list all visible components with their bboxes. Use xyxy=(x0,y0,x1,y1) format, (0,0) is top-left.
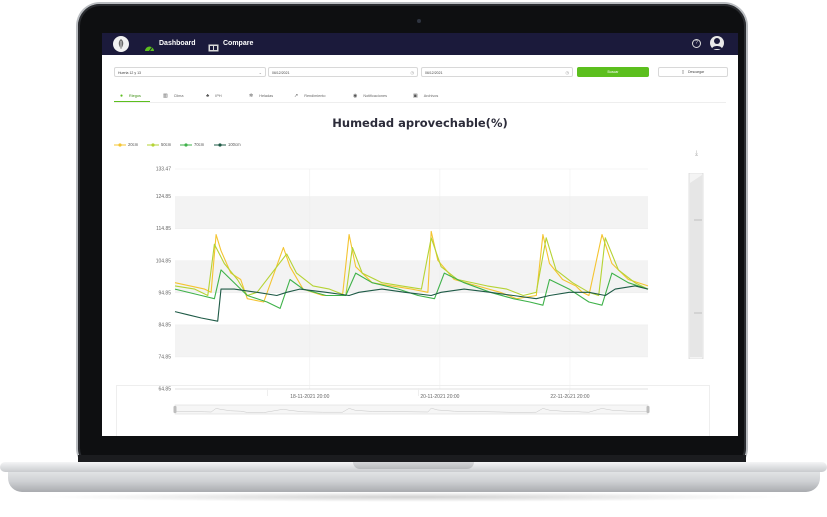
tab-archivos[interactable]: ▣ Archivos xyxy=(413,91,438,101)
summary-divider xyxy=(569,388,570,396)
snowflake-icon: ✲ xyxy=(249,93,254,99)
date-from-field[interactable]: 06/12/2021 ◷ xyxy=(268,67,418,77)
legend-item-50cm[interactable]: 50cm xyxy=(147,142,171,148)
summary-divider xyxy=(267,388,268,396)
legend-item-20cm[interactable]: 20cm xyxy=(114,142,138,148)
trend-chart-icon: ↗ xyxy=(294,93,299,99)
y-tick-label: 133.47 xyxy=(156,167,172,173)
tab-label: Notificaciones xyxy=(363,94,388,98)
tab-label: Rendimiento xyxy=(304,94,326,98)
site-select-value: Huerta 12 y 13 xyxy=(118,71,141,75)
search-button[interactable]: Buscar xyxy=(577,67,649,77)
tab-iph[interactable]: ♣ IPH xyxy=(206,91,222,101)
y-tick-label: 114.85 xyxy=(156,226,171,232)
top-navigation-bar: Dashboard Compare ? xyxy=(102,33,738,55)
user-avatar[interactable] xyxy=(710,36,724,50)
laptop-camera xyxy=(417,19,421,23)
vertical-zoom-slider[interactable] xyxy=(688,173,704,359)
tab-heladas[interactable]: ✲ Heladas xyxy=(249,91,273,101)
folder-icon: ▣ xyxy=(413,93,418,99)
tab-clima[interactable]: ▥ Clima xyxy=(163,91,183,101)
grid-band xyxy=(175,324,648,357)
nav-dashboard[interactable]: Dashboard xyxy=(159,40,196,47)
compare-icon xyxy=(208,39,219,52)
date-from-value: 06/12/2021 xyxy=(272,71,290,75)
tab-label: Heladas xyxy=(259,94,274,98)
y-tick-label: 104.85 xyxy=(156,258,172,264)
y-tick-label: 84.85 xyxy=(158,322,171,328)
download-button-label: Descargar xyxy=(688,70,705,74)
tab-notificaciones[interactable]: ◉ Notificaciones xyxy=(353,91,387,101)
line-chart: 133.47124.85114.85104.8594.8584.8574.856… xyxy=(156,167,650,415)
tab-label: Archivos xyxy=(423,94,439,98)
tab-label: Riegos xyxy=(129,94,141,98)
bar-chart-icon: ▥ xyxy=(163,93,168,99)
plant-icon: ♣ xyxy=(206,93,210,99)
y-tick-label: 74.85 xyxy=(158,354,171,360)
tab-label: Clima xyxy=(173,94,184,98)
bell-icon: ◉ xyxy=(353,93,358,99)
legend-label: 100cm xyxy=(228,142,241,148)
legend-marker xyxy=(147,143,159,147)
tab-riegos[interactable]: ● Riegos xyxy=(120,91,141,101)
summary-divider xyxy=(418,388,419,396)
legend-item-70cm[interactable]: 70cm xyxy=(180,142,204,148)
legend-label: 70cm xyxy=(194,142,205,148)
chevron-down-icon: ⌄ xyxy=(258,70,262,75)
document-icon: ▯ xyxy=(681,69,685,74)
grid-band xyxy=(175,196,648,229)
laptop-shadow xyxy=(40,492,787,502)
laptop-notch xyxy=(353,462,474,469)
clock-icon: ◷ xyxy=(410,70,415,75)
tabs-divider xyxy=(114,102,726,103)
brand-logo-icon[interactable] xyxy=(113,36,129,52)
legend-marker xyxy=(214,143,226,147)
legend-item-100cm[interactable]: 100cm xyxy=(214,142,241,148)
y-tick-label: 124.85 xyxy=(156,194,172,200)
water-drop-icon: ● xyxy=(120,93,124,99)
help-icon[interactable]: ? xyxy=(692,39,701,48)
legend-label: 20cm xyxy=(128,142,139,148)
y-tick-label: 94.85 xyxy=(158,290,171,296)
site-select[interactable]: Huerta 12 y 13 ⌄ xyxy=(114,67,266,77)
date-to-field[interactable]: 06/12/2021 ◷ xyxy=(421,67,573,77)
chart-title: Humedad aprovechable(%) xyxy=(332,116,508,130)
dashboard-icon xyxy=(144,39,155,52)
clock-icon: ◷ xyxy=(565,70,570,75)
summary-panel xyxy=(116,385,710,436)
date-to-value: 06/12/2021 xyxy=(425,71,443,75)
legend-label: 50cm xyxy=(161,142,172,148)
legend-marker xyxy=(114,143,126,147)
download-button[interactable]: ▯ Descargar xyxy=(658,67,728,77)
tab-label: IPH xyxy=(215,94,222,98)
tab-rendimiento[interactable]: ↗ Rendimiento xyxy=(294,91,326,101)
legend-marker xyxy=(180,143,192,147)
nav-compare[interactable]: Compare xyxy=(223,40,253,47)
laptop-screen: Dashboard Compare ? Huerta 12 y 13 ⌄ 06/… xyxy=(102,33,738,436)
